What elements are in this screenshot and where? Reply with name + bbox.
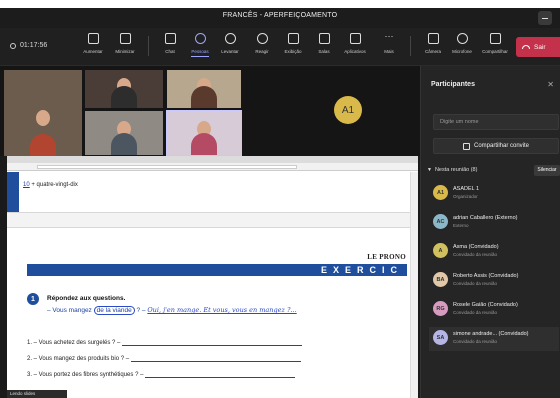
- exercise-number: 1: [27, 293, 39, 305]
- smiley-icon: [256, 33, 268, 44]
- page-separator: [7, 212, 410, 228]
- exercise-banner: EXERCIC: [27, 264, 407, 276]
- shield-icon: [10, 42, 16, 49]
- leave-label: Sair: [534, 43, 546, 51]
- phone-icon: [522, 45, 530, 49]
- avatar: A1: [433, 185, 448, 200]
- grid-icon: [287, 33, 299, 44]
- participant-row[interactable]: SA simone andrade... (Convidado) Convida…: [429, 327, 559, 351]
- share-invite-button[interactable]: Compartilhar convite: [433, 138, 559, 154]
- handwritten-answer: Oui, j'en mange. Et vous, vous en mangez…: [147, 306, 297, 314]
- toolbar-chat-button[interactable]: Chat: [155, 33, 185, 54]
- chat-icon: [164, 33, 176, 44]
- toolbar-reagir-button[interactable]: Reagir: [247, 33, 277, 54]
- window-title: FRANCÊS - APERFEIÇOAMENTO: [222, 12, 338, 19]
- participant-row[interactable]: A1 ASADEL 1 Organizador: [429, 182, 559, 206]
- mic-icon: [456, 33, 468, 44]
- toolbar-levantar-button[interactable]: Levantar: [215, 33, 245, 54]
- browser-tabs: [7, 156, 418, 163]
- toolbar-mais-button[interactable]: ··· Mais: [374, 31, 404, 55]
- number-prefix: 10: [23, 182, 30, 188]
- apps-icon: [349, 33, 361, 44]
- chevron-down-icon: ▼: [427, 167, 432, 173]
- browser-address-bar: [7, 163, 418, 171]
- video-tile[interactable]: [167, 70, 241, 108]
- presenter-status: Lendo slides: [7, 390, 67, 398]
- participant-body: [111, 133, 137, 155]
- participants-panel: Participantes ✕ Digite um nome Compartil…: [420, 66, 560, 398]
- participant-row[interactable]: RG Rosele Gaião (Convidado) Convidado da…: [429, 298, 559, 322]
- meeting-toolbar: 01:17:56 Aumentar Minimizar Chat Pessoas…: [0, 28, 560, 66]
- title-bar: FRANCÊS - APERFEIÇOAMENTO: [0, 8, 560, 28]
- avatar: AC: [433, 214, 448, 229]
- question-line: 3. – Vous portez des fibres synthétiques…: [27, 372, 296, 378]
- participant-row[interactable]: BA Roberto Assis (Convidado) Convidado d…: [429, 269, 559, 293]
- participant-body: [30, 134, 56, 156]
- toolbar-pessoas-button[interactable]: Pessoas: [185, 33, 215, 57]
- share-icon: [489, 33, 501, 44]
- minimize-window-button[interactable]: [538, 11, 552, 25]
- video-tile-active[interactable]: [166, 110, 242, 156]
- minimize-icon: [119, 33, 131, 44]
- toolbar-minimizar-button[interactable]: Minimizar: [110, 33, 140, 54]
- participant-avatar[interactable]: A1: [334, 96, 362, 124]
- participant-head: [36, 110, 50, 126]
- toolbar-compartilhar-button[interactable]: Compartilhar: [480, 33, 510, 54]
- window-top-frame: [0, 0, 560, 8]
- mute-all-button[interactable]: Silenciar: [534, 165, 560, 176]
- document-header: LE PRONO: [367, 253, 406, 261]
- document-scrollbar[interactable]: [410, 172, 418, 398]
- participant-row[interactable]: AC adrian Caballero (Externo) Externo: [429, 211, 559, 235]
- shared-screen: 10 + quatre-vingt-dix LE PRONO EXERCIC 1…: [7, 156, 418, 398]
- toolbar-aplicativos-button[interactable]: Aplicativos: [340, 33, 370, 54]
- question-line: 2. – Vous mangez des produits bio ? –: [27, 356, 302, 362]
- exercise-example: – Vous mangez de la viande ? – Oui, j'en…: [47, 306, 297, 315]
- participant-body: [191, 133, 217, 155]
- circled-word: de la viande: [93, 306, 135, 315]
- video-gallery: A1: [0, 66, 420, 156]
- people-icon: [194, 33, 206, 44]
- leave-button[interactable]: Sair: [516, 37, 560, 57]
- video-tile[interactable]: [85, 111, 163, 155]
- toolbar-divider: [148, 36, 149, 56]
- participant-row[interactable]: A Asma (Convidado) Convidado da reunião: [429, 240, 559, 264]
- exercise-title: Répondez aux questions.: [47, 295, 126, 302]
- share-link-icon: [462, 142, 470, 150]
- video-tile[interactable]: [4, 70, 82, 156]
- avatar: SA: [433, 330, 448, 345]
- toolbar-camera-button[interactable]: Câmera: [418, 33, 448, 54]
- question-line: 1. – Vous achetez des surgelés ? –: [27, 340, 303, 346]
- avatar: A: [433, 243, 448, 258]
- avatar: BA: [433, 272, 448, 287]
- raise-hand-icon: [224, 33, 236, 44]
- breakout-icon: [318, 33, 330, 44]
- participant-body: [191, 86, 217, 108]
- camera-icon: [427, 33, 439, 44]
- toolbar-divider: [410, 36, 411, 56]
- document-side-band: [7, 172, 19, 216]
- more-icon: ···: [384, 31, 394, 41]
- exercise-banner-text: EXERCIC: [320, 265, 403, 275]
- avatar: RG: [433, 301, 448, 316]
- toolbar-exibicao-button[interactable]: Exibição: [278, 33, 308, 54]
- toolbar-microfone-button[interactable]: Microfone: [447, 33, 477, 54]
- people-plus-icon: [87, 33, 99, 44]
- video-tile[interactable]: [85, 70, 163, 108]
- timer-text: 01:17:56: [20, 42, 48, 49]
- panel-title: Participantes: [431, 81, 475, 88]
- toolbar-salas-button[interactable]: Salas: [309, 33, 339, 54]
- toolbar-aumentar-button[interactable]: Aumentar: [78, 33, 108, 54]
- close-icon[interactable]: ✕: [547, 80, 554, 89]
- participant-search-input[interactable]: Digite um nome: [433, 114, 559, 130]
- document-text-line: 10 + quatre-vingt-dix: [23, 182, 78, 188]
- meeting-timer: 01:17:56: [10, 42, 47, 49]
- line-text: + quatre-vingt-dix: [29, 182, 78, 188]
- participant-body: [111, 86, 137, 108]
